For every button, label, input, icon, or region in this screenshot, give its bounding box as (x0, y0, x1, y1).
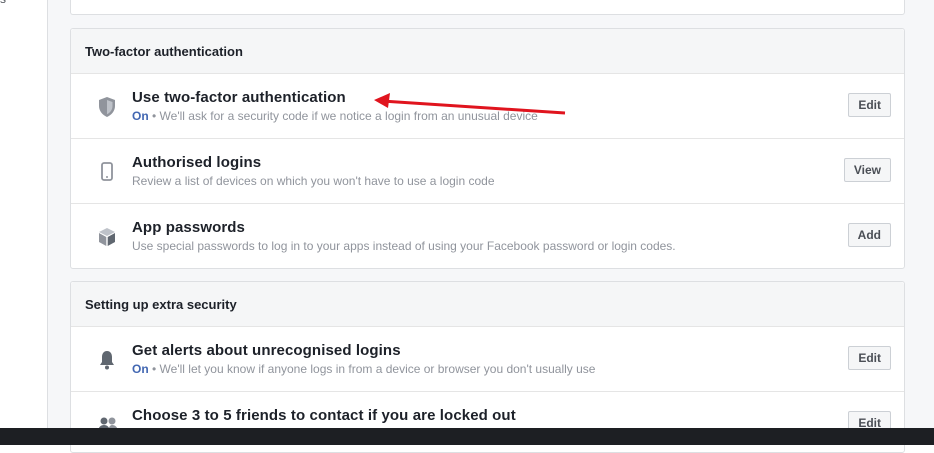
shield-icon (97, 96, 121, 118)
previous-section-card (70, 0, 905, 15)
row-title: Choose 3 to 5 friends to contact if you … (132, 407, 516, 424)
row-title: Use two-factor authentication (132, 89, 346, 106)
section-header: Two-factor authentication (71, 29, 904, 74)
left-gutter: s (0, 0, 47, 445)
row-title: Authorised logins (132, 154, 262, 171)
row-desc-text: We'll let you know if anyone logs in fro… (159, 362, 596, 376)
status-on: On (132, 362, 149, 376)
taskbar (0, 428, 934, 445)
cut-off-text: s (0, 0, 6, 6)
bell-icon (97, 349, 121, 371)
row-description: Use special passwords to log in to your … (132, 239, 676, 253)
view-button[interactable]: View (843, 158, 891, 182)
section-title: Two-factor authentication (85, 44, 243, 59)
status-on: On (132, 109, 149, 123)
phone-icon (97, 161, 121, 183)
edit-button[interactable]: Edit (848, 346, 891, 370)
row-title: Get alerts about unrecognised logins (132, 342, 401, 359)
section-title: Setting up extra security (85, 297, 237, 312)
edit-button[interactable]: Edit (848, 93, 891, 117)
section-header: Setting up extra security (71, 282, 904, 327)
row-authorised-logins: Authorised logins Review a list of devic… (71, 139, 904, 204)
red-arrow-annotation (374, 93, 566, 115)
settings-main: Two-factor authentication Use two-factor… (47, 0, 934, 453)
row-title: App passwords (132, 219, 245, 236)
cube-icon (97, 226, 121, 248)
row-description: Review a list of devices on which you wo… (132, 174, 495, 188)
row-description: On • We'll let you know if anyone logs i… (132, 362, 596, 376)
row-unrecognised-logins: Get alerts about unrecognised logins On … (71, 327, 904, 392)
section-two-factor: Two-factor authentication Use two-factor… (70, 28, 905, 269)
row-app-passwords: App passwords Use special passwords to l… (71, 204, 904, 268)
add-button[interactable]: Add (847, 223, 891, 247)
